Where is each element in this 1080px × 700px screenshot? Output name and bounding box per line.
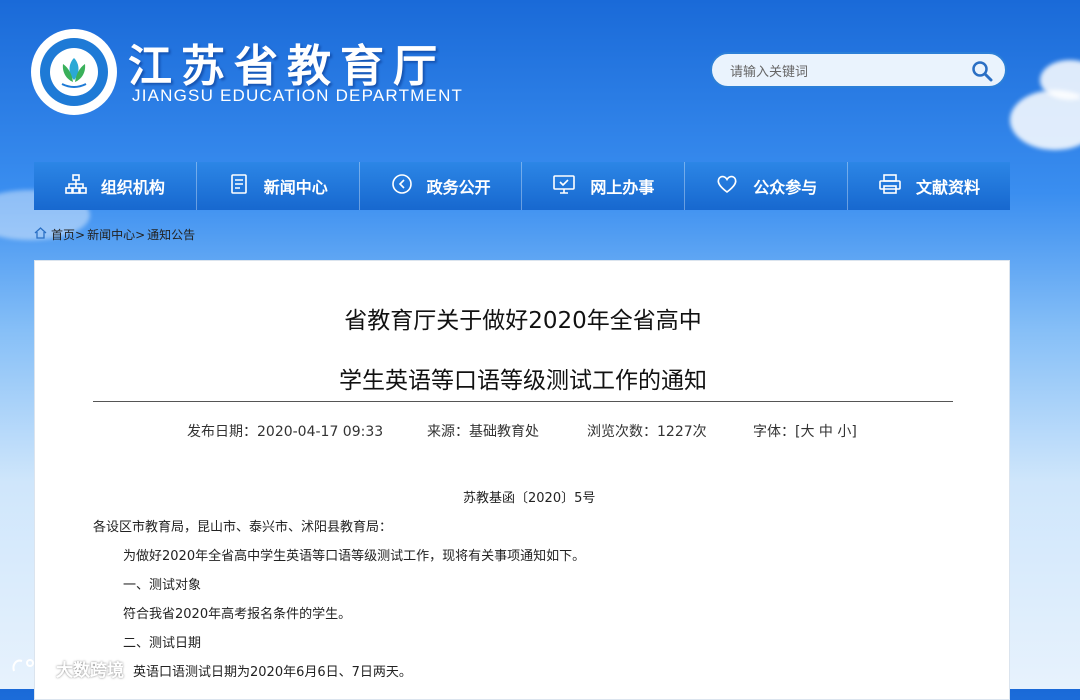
nav-item-government[interactable]: 政务公开 [360,162,523,210]
document-icon [228,173,264,199]
nav-label: 组织机构 [100,178,165,197]
site-title[interactable]: 江苏省教育厅 [128,30,446,94]
document-number: 苏教基函〔2020〕5号 [463,491,596,506]
home-icon [34,227,47,242]
play-circle-icon [391,173,427,199]
site-subtitle: JIANGSU EDUCATION DEPARTMENT [132,86,464,105]
nav-item-public[interactable]: 公众参与 [685,162,849,210]
monitor-icon [552,173,590,199]
heart-icon [715,173,753,199]
search-box[interactable] [710,52,1007,88]
nav-item-org[interactable]: 组织机构 [34,162,197,210]
printer-icon [878,173,916,199]
title-divider [93,401,953,402]
section-text: 英语口语测试日期为2020年6月6日、7日两天。 [133,665,412,680]
font-size-control[interactable]: 字体：[大 中 小] [753,421,857,441]
watermark-logo-icon [10,655,50,682]
breadcrumb-home[interactable]: 首页> [51,226,85,243]
section-heading: 二、测试日期 [123,636,202,651]
nav-label: 新闻中心 [263,178,328,197]
breadcrumb: 首页> 新闻中心> 通知公告 [34,226,195,243]
article-title-line2: 学生英语等口语等级测试工作的通知 [339,368,707,394]
nav-item-news[interactable]: 新闻中心 [197,162,360,210]
article-source: 来源：基础教育处 [427,424,539,440]
search-input[interactable] [728,60,962,84]
nav-label: 网上办事 [590,178,655,197]
article-title-line1: 省教育厅关于做好2020年全省高中 [344,308,702,334]
search-icon[interactable] [971,60,993,82]
org-chart-icon [65,173,101,199]
logo-emblem [50,48,98,96]
main-nav: 组织机构 新闻中心 政务公开 网上办事 公众参与 文献资料 [34,162,1010,210]
nav-label: 文献资料 [916,178,981,197]
nav-item-docs[interactable]: 文献资料 [848,162,1010,210]
article-panel: 省教育厅关于做好2020年全省高中 学生英语等口语等级测试工作的通知 发布日期：… [34,260,1010,700]
nav-label: 公众参与 [753,178,818,197]
breadcrumb-current[interactable]: 通知公告 [147,226,195,243]
nav-label: 政务公开 [426,178,491,197]
salutation: 各设区市教育局，昆山市、泰兴市、沭阳县教育局： [93,520,393,535]
nav-item-online[interactable]: 网上办事 [522,162,686,210]
publish-date: 发布日期：2020-04-17 09:33 [187,424,384,440]
intro-paragraph: 为做好2020年全省高中学生英语等口语等级测试工作，现将有关事项通知如下。 [123,549,586,564]
section-heading: 一、测试对象 [123,578,202,593]
site-logo[interactable] [34,32,114,112]
section-text: 符合我省2020年高考报名条件的学生。 [123,607,352,622]
view-count: 浏览次数：1227次 [587,424,707,440]
breadcrumb-news[interactable]: 新闻中心> [87,226,145,243]
watermark: 大数跨境 [10,655,124,682]
watermark-text: 大数跨境 [56,661,124,681]
